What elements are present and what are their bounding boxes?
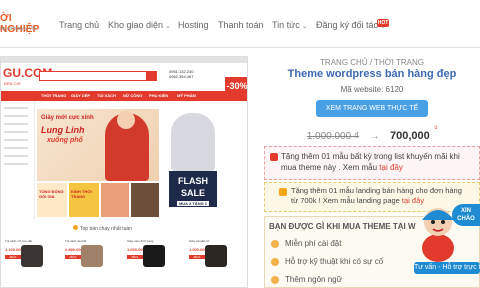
preview-promo-tile: TỔNG ĐÓNG GÓI GIÁ	[37, 183, 67, 217]
online-support-button[interactable]: Tư vấn - Hỗ trợ trực tuyến	[414, 262, 480, 274]
preview-main-banner: Giày mới cực xinh Lung Linh xuống phố	[37, 109, 159, 181]
hot-badge: HOT	[377, 19, 389, 27]
theme-preview-image[interactable]: GU.COM ĐEN CHÍ 0951.132.230 0962.354.467…	[0, 56, 248, 288]
chevron-down-icon: ⌄	[301, 23, 308, 30]
nav-item-hosting[interactable]: Hosting	[178, 20, 209, 30]
old-price: 1.000.000 ₫	[306, 131, 360, 142]
preview-logo-sub: ĐEN CHÍ	[4, 81, 21, 86]
price-row: 1.000.000 ₫ → 700,000 ₫	[264, 126, 480, 144]
preview-hotline: 0951.132.230 0962.354.467	[169, 69, 194, 79]
benefits-title: BẠN ĐƯỢC GÌ KHI MUA THEME TẠI W	[269, 222, 416, 231]
new-price: 700,000	[390, 130, 430, 142]
site-logo[interactable]: ỜI NGHIỆP ng company VN	[0, 10, 54, 38]
chevron-down-icon: ⌄	[165, 23, 171, 30]
nav-item-news[interactable]: Tin tức ⌄	[272, 20, 308, 30]
preview-flash-sale-banner: FLASH SALE MUA 2 TẶNG 1	[161, 109, 225, 217]
preview-bestseller-section: Top bán chạy nhất tuần Túi xách nữ cao c…	[1, 219, 247, 287]
preview-header: GU.COM ĐEN CHÍ 0951.132.230 0962.354.467…	[1, 63, 247, 95]
preview-menubar: THỜI TRANG GIÀY DÉP TÚI XÁCH NỮ CÔNG PHỤ…	[1, 91, 247, 101]
currency-symbol: ₫	[434, 126, 438, 132]
preview-menu-item: MỸ PHẨM	[177, 93, 196, 98]
benefit-item: Hỗ trợ kỹ thuật khi có sự cố	[271, 257, 383, 266]
nav-item-home[interactable]: Trang chủ	[59, 20, 99, 30]
preview-menu-item: NỮ CÔNG	[123, 93, 143, 98]
breadcrumb[interactable]: TRANG CHỦ / THỜI TRANG	[264, 58, 480, 67]
preview-sidebar	[1, 101, 35, 219]
model-figure	[171, 113, 215, 171]
preview-product: Giày nam thời trang 1.600.000đ MUA	[125, 239, 181, 287]
preview-product: Túi xách nữ cao cấp 1.100.000đ MUA	[3, 239, 59, 287]
preview-promo-tile	[131, 183, 159, 217]
nav-item-payment[interactable]: Thanh toán	[218, 20, 264, 30]
preview-search-box	[39, 71, 157, 81]
website-code: Mã website: 6120	[340, 85, 404, 94]
preview-promo-tile	[101, 183, 129, 217]
greeting-bubble[interactable]: XIN CHÀO	[452, 204, 480, 226]
coin-icon	[271, 239, 279, 248]
preview-menu-item: THỜI TRANG	[41, 93, 67, 98]
preview-promo-tile: KÍNH THỜI TRANG	[69, 183, 99, 217]
promo-box-theme: Tặng thêm 01 mẫu bất kỳ trong list khuyế…	[264, 146, 480, 180]
search-icon	[146, 72, 156, 80]
nav-item-partner[interactable]: Đăng ký đối tác⌄	[316, 20, 386, 30]
logo-subtitle: ng company VN	[0, 26, 36, 32]
preview-menu-item: GIÀY DÉP	[71, 93, 91, 98]
preview-menu-item: PHỤ KIỆN	[149, 93, 169, 98]
view-demo-button[interactable]: XEM TRANG WEB THỰC TẾ	[316, 100, 428, 117]
hand-pointer-icon	[279, 188, 287, 196]
language-icon	[271, 275, 279, 284]
page-title: Theme wordpress bán hàng đẹp	[287, 68, 457, 80]
nav-item-themes[interactable]: Kho giao diện ⌄	[108, 20, 171, 30]
arrow-icon: →	[369, 131, 380, 142]
benefit-item: Thêm ngôn ngữ	[271, 275, 342, 284]
gift-icon	[270, 153, 278, 161]
preview-menu-item: TÚI XÁCH	[97, 93, 116, 98]
top-navigation: ỜI NGHIỆP ng company VN Trang chủ Kho gi…	[0, 0, 480, 48]
support-icon	[271, 257, 279, 266]
benefit-item: Miễn phí cài đặt	[271, 239, 341, 248]
promo-link[interactable]: tại đây	[379, 163, 403, 172]
preview-product: Giày sandal nữ 1.000.000đ MUA	[187, 239, 243, 287]
preview-product: Túi xách da thật 2.890.000đ MUA	[63, 239, 119, 287]
